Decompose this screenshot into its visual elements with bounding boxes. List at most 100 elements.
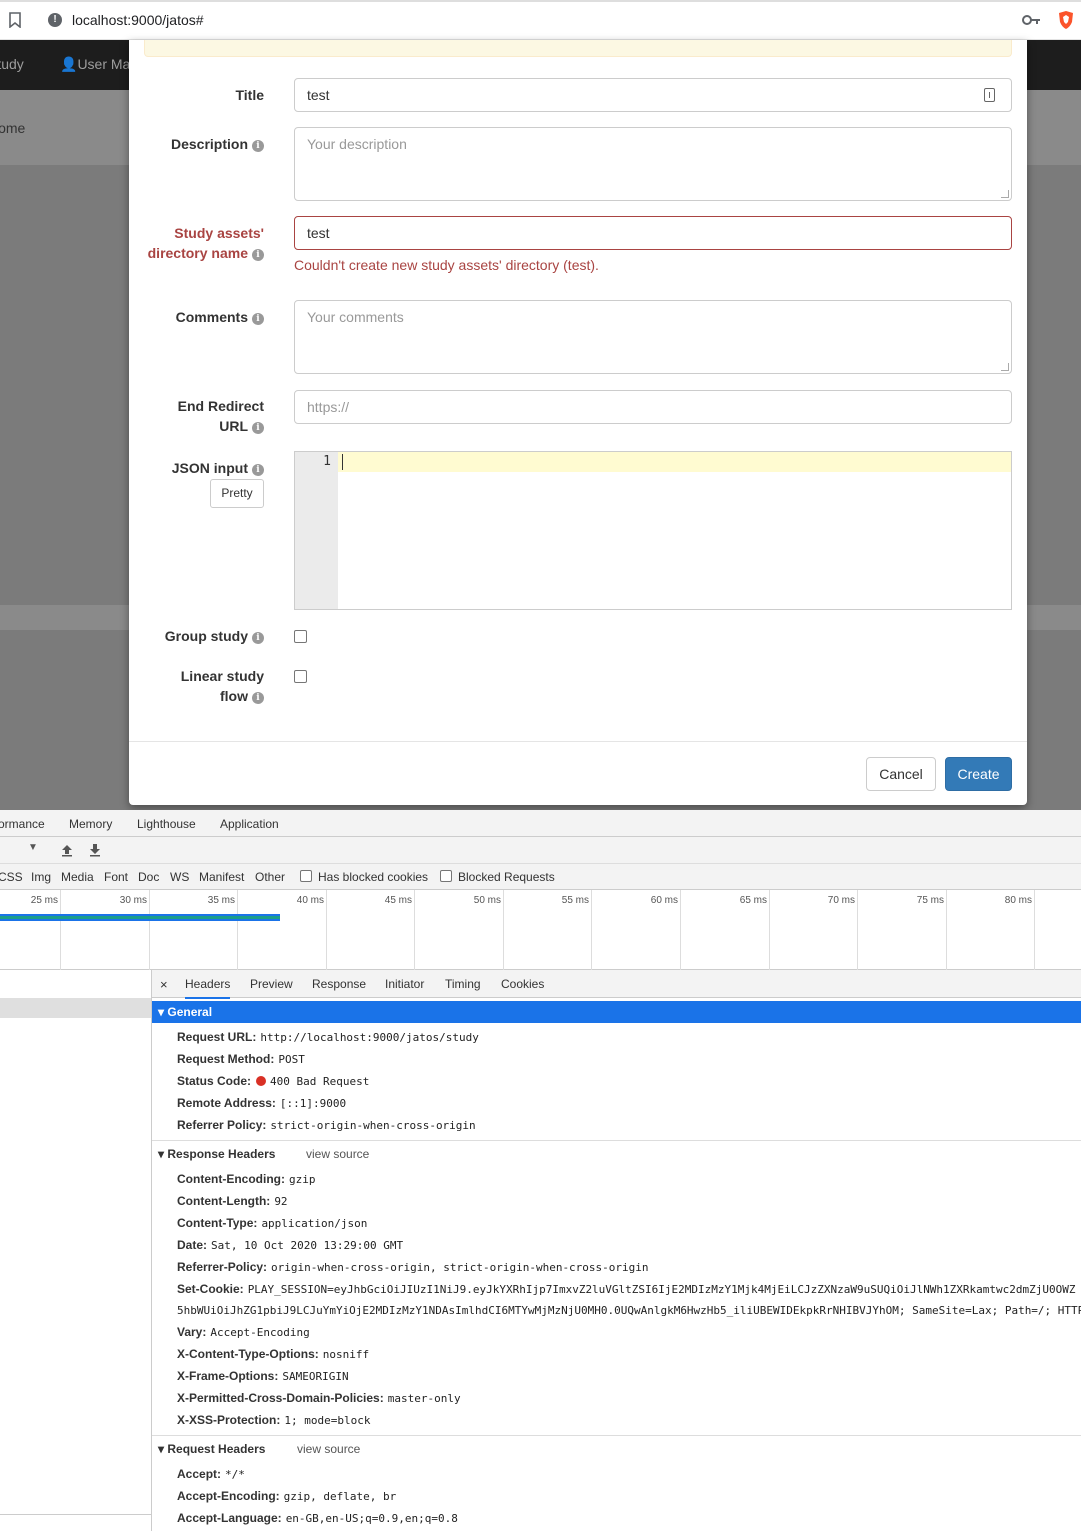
assets-dir-input[interactable]: test xyxy=(294,216,1012,250)
request-timing-bar[interactable] xyxy=(0,914,280,921)
timeline-gridline xyxy=(326,890,327,970)
tab-lighthouse[interactable]: Lighthouse xyxy=(137,817,196,831)
breadcrumb-home[interactable]: Home xyxy=(0,120,25,136)
resize-handle[interactable] xyxy=(1001,363,1009,371)
tab-memory[interactable]: Memory xyxy=(69,817,112,831)
info-icon[interactable]: i xyxy=(252,140,264,152)
filter-manifest[interactable]: Manifest xyxy=(199,870,244,884)
linear-flow-checkbox[interactable] xyxy=(294,670,307,683)
tab-timing[interactable]: Timing xyxy=(445,977,481,991)
network-timeline[interactable]: 25 ms 30 ms 35 ms 40 ms 45 ms 50 ms 55 m… xyxy=(0,890,1081,970)
comments-textarea[interactable]: Your comments xyxy=(294,300,1012,374)
import-har-icon[interactable] xyxy=(60,843,74,857)
timeline-tick-label: 75 ms xyxy=(916,895,944,906)
site-info-icon[interactable]: ! xyxy=(48,13,62,27)
close-icon[interactable]: × xyxy=(160,977,168,992)
end-redirect-input[interactable]: https:// xyxy=(294,390,1012,424)
timeline-tick-label: 30 ms xyxy=(119,895,147,906)
timeline-tick-label: 65 ms xyxy=(739,895,767,906)
filter-doc[interactable]: Doc xyxy=(138,870,159,884)
key-icon[interactable] xyxy=(1022,14,1040,26)
autofill-icon[interactable] xyxy=(984,88,995,102)
nav-study-link[interactable]: Study xyxy=(0,56,24,72)
header-row: Vary: Accept-Encoding xyxy=(177,1325,310,1339)
timeline-gridline xyxy=(237,890,238,970)
selected-request-row[interactable] xyxy=(0,998,151,1018)
header-row: Request URL: http://localhost:9000/jatos/… xyxy=(177,1030,479,1044)
info-icon[interactable]: i xyxy=(252,249,264,261)
description-textarea[interactable]: Your description xyxy=(294,127,1012,201)
header-key: Referrer Policy: xyxy=(177,1118,267,1132)
header-key: Vary: xyxy=(177,1325,207,1339)
export-har-icon[interactable] xyxy=(88,843,102,857)
title-input[interactable]: test xyxy=(294,78,1012,112)
comments-label-text: Comments xyxy=(175,309,248,325)
cancel-button[interactable]: Cancel xyxy=(866,757,936,791)
header-key: Content-Length: xyxy=(177,1194,271,1208)
json-editor[interactable]: 1 xyxy=(294,451,1012,610)
tab-initiator[interactable]: Initiator xyxy=(385,977,424,991)
nav-user-label: User Ma xyxy=(77,56,131,72)
devtools-panel: ormance Memory Lighthouse Application ▼ … xyxy=(0,810,1081,1531)
blocked-requests-checkbox[interactable] xyxy=(440,870,452,882)
header-row: Accept-Language: en-GB,en-US;q=0.9,en;q=0… xyxy=(177,1511,458,1525)
brave-shield-icon[interactable] xyxy=(1057,10,1075,30)
resize-handle[interactable] xyxy=(1001,190,1009,198)
header-key: Content-Type: xyxy=(177,1216,258,1230)
title-input-value: test xyxy=(307,87,330,103)
filter-img[interactable]: Img xyxy=(31,870,51,884)
filter-media[interactable]: Media xyxy=(61,870,94,884)
header-key: X-Frame-Options: xyxy=(177,1369,279,1383)
throttle-dropdown-icon[interactable]: ▼ xyxy=(28,842,38,853)
header-key: X-Content-Type-Options: xyxy=(177,1347,319,1361)
new-study-modal: Title test Description i Your description… xyxy=(129,40,1027,805)
request-headers-title: Request Headers xyxy=(167,1442,266,1456)
filter-ws[interactable]: WS xyxy=(170,870,189,884)
view-source-link[interactable]: view source xyxy=(297,1438,360,1460)
info-icon[interactable]: i xyxy=(252,632,264,644)
header-row: Content-Encoding: gzip xyxy=(177,1172,315,1186)
timeline-gridline xyxy=(414,890,415,970)
header-value: master-only xyxy=(387,1392,461,1405)
header-row: Accept-Encoding: gzip, deflate, br xyxy=(177,1489,396,1503)
url-text[interactable]: localhost:9000/jatos# xyxy=(72,12,204,28)
nav-user-manager-link[interactable]: 👤User Ma xyxy=(60,56,130,73)
json-input-label-text: JSON input xyxy=(171,460,248,476)
group-study-checkbox[interactable] xyxy=(294,630,307,643)
info-icon[interactable]: i xyxy=(252,313,264,325)
linear-flow-label-line2: flow xyxy=(220,688,248,704)
timeline-tick-label: 80 ms xyxy=(1004,895,1032,906)
pretty-button[interactable]: Pretty xyxy=(210,479,264,508)
warning-alert xyxy=(144,40,1012,57)
header-value: POST xyxy=(278,1053,305,1066)
tab-cookies[interactable]: Cookies xyxy=(501,977,544,991)
filter-other[interactable]: Other xyxy=(255,870,285,884)
filter-font[interactable]: Font xyxy=(104,870,128,884)
create-button[interactable]: Create xyxy=(945,757,1012,791)
request-headers-section-header[interactable]: ▾ Request Headers view source xyxy=(152,1438,1081,1460)
view-source-link[interactable]: view source xyxy=(306,1143,369,1165)
header-key: Request Method: xyxy=(177,1052,275,1066)
filter-css[interactable]: CSS xyxy=(0,870,23,884)
info-icon[interactable]: i xyxy=(252,692,264,704)
header-key: Set-Cookie: xyxy=(177,1282,244,1296)
info-icon[interactable]: i xyxy=(252,464,264,476)
tab-response[interactable]: Response xyxy=(312,977,366,991)
header-value: gzip xyxy=(288,1173,316,1186)
tab-preview[interactable]: Preview xyxy=(250,977,293,991)
tab-application[interactable]: Application xyxy=(220,817,279,831)
header-key: Referrer-Policy: xyxy=(177,1260,268,1274)
devtools-tab-bar: ormance Memory Lighthouse Application xyxy=(0,810,1081,837)
network-toolbar: ▼ xyxy=(0,837,1081,864)
info-icon[interactable]: i xyxy=(252,422,264,434)
tab-headers[interactable]: Headers xyxy=(185,977,231,999)
tab-performance[interactable]: ormance xyxy=(0,817,45,831)
response-headers-section-header[interactable]: ▾ Response Headers view source xyxy=(152,1143,1081,1165)
has-blocked-cookies-checkbox[interactable] xyxy=(300,870,312,882)
header-value: http://localhost:9000/jatos/study xyxy=(260,1031,479,1044)
timeline-gridline xyxy=(149,890,150,970)
header-value: application/json xyxy=(261,1217,368,1230)
general-section-header[interactable]: ▾ General xyxy=(152,1001,1081,1023)
timeline-tick-label: 55 ms xyxy=(561,895,589,906)
bookmark-icon[interactable] xyxy=(9,12,21,28)
